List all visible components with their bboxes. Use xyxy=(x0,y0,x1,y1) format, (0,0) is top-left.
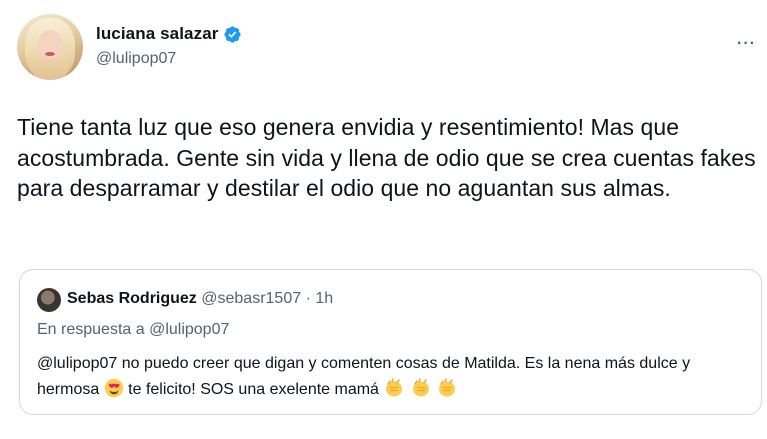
author-name-row: luciana salazar xyxy=(96,24,242,44)
reply-mention-link[interactable]: @lulipop07 xyxy=(149,321,229,338)
quoted-separator: · xyxy=(305,290,311,307)
author-display-name[interactable]: luciana salazar xyxy=(96,24,218,44)
clapping-hands-emoji xyxy=(412,378,429,397)
quoted-time[interactable]: 1h xyxy=(315,290,333,307)
quoted-header: Sebas Rodriguez @sebasr1507 · 1h xyxy=(67,290,333,308)
tweet-text: Tiene tanta luz que eso genera envidia y… xyxy=(17,114,756,201)
author-avatar[interactable] xyxy=(17,14,83,80)
smiling-face-with-heart-eyes-emoji xyxy=(104,378,123,398)
verified-badge-icon xyxy=(224,25,242,43)
quoted-text-part2: te felicito! SOS una exelente mamá xyxy=(128,381,379,398)
reply-prefix: En respuesta a xyxy=(37,321,145,338)
quoted-handle[interactable]: @sebasr1507 xyxy=(201,290,301,307)
avatar-face xyxy=(37,30,63,62)
author-handle[interactable]: @lulipop07 xyxy=(96,50,176,68)
quoted-display-name[interactable]: Sebas Rodriguez xyxy=(67,290,197,307)
clapping-hands-emoji xyxy=(439,378,456,397)
clapping-hands-emoji xyxy=(386,378,403,397)
avatar-lips xyxy=(45,52,55,56)
more-options-icon[interactable]: ··· xyxy=(737,35,756,53)
reply-context: En respuesta a @lulipop07 xyxy=(37,321,229,339)
quoted-author-avatar[interactable] xyxy=(37,288,61,312)
tweet-card: luciana salazar @lulipop07 ··· Tiene tan… xyxy=(0,0,767,439)
quoted-tweet[interactable]: Sebas Rodriguez @sebasr1507 · 1h En resp… xyxy=(19,269,762,415)
quoted-text: @lulipop07 no puedo creer que digan y co… xyxy=(37,351,747,403)
